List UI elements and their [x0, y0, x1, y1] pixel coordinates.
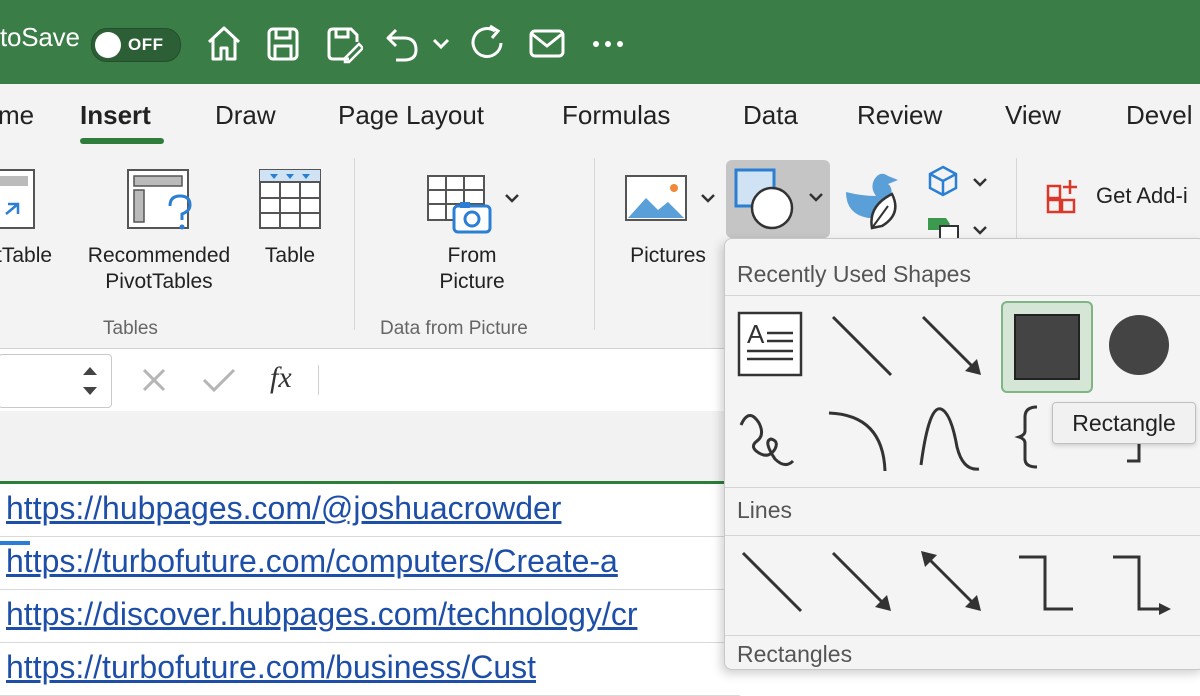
line-arrow-shape[interactable]: [915, 309, 987, 381]
shapes-dropdown-panel: Recently Used Shapes A Lines Rectangles: [724, 238, 1200, 670]
rectangle-tooltip: Rectangle: [1052, 402, 1196, 444]
pictures-icon[interactable]: [624, 174, 688, 224]
tab-insert[interactable]: Insert: [80, 100, 151, 131]
table-icon[interactable]: [258, 168, 322, 230]
arc-shape[interactable]: [825, 401, 897, 473]
shapes-button[interactable]: [726, 160, 830, 238]
lines-title: Lines: [737, 497, 792, 523]
pivottable-icon[interactable]: [0, 168, 38, 230]
tab-page-layout[interactable]: Page Layout: [338, 100, 484, 131]
section-divider: [725, 487, 1200, 488]
pictures-dropdown-chevron-icon[interactable]: [700, 190, 716, 206]
tab-view[interactable]: View: [1005, 100, 1061, 131]
recommended-label-1: Recommended: [87, 244, 231, 267]
from-picture-dropdown-chevron-icon[interactable]: [504, 190, 520, 206]
cell-link[interactable]: https://turbofuture.com/business/Cust: [6, 649, 536, 686]
section-divider: [725, 535, 1200, 536]
autosave-toggle[interactable]: OFF: [91, 28, 181, 62]
active-tab-indicator: [80, 138, 164, 144]
ribbon-tabs: me Insert Draw Page Layout Formulas Data…: [0, 84, 1200, 150]
pivottable-label: tTable: [0, 244, 53, 267]
recently-used-shapes-title: Recently Used Shapes: [737, 261, 971, 287]
oval-shape[interactable]: [1103, 309, 1175, 381]
table-label: Table: [264, 244, 316, 267]
line-arrow-shape[interactable]: [825, 545, 897, 617]
toggle-state: OFF: [128, 35, 164, 54]
get-add-ins-label[interactable]: Get Add-i: [1096, 183, 1188, 209]
scribble-shape[interactable]: [735, 401, 807, 473]
line-shape[interactable]: [825, 309, 897, 381]
tab-data[interactable]: Data: [743, 100, 798, 131]
line-shape[interactable]: [735, 545, 807, 617]
elbow-arrow-connector-shape[interactable]: [1105, 545, 1177, 617]
more-options-icon[interactable]: [588, 22, 628, 64]
autosave-label: toSave: [0, 22, 80, 52]
insert-function-button[interactable]: fx: [270, 361, 292, 395]
cancel-entry-icon[interactable]: [141, 367, 167, 393]
group-separator: [354, 158, 355, 330]
title-bar: toSave OFF: [0, 0, 1200, 84]
curve-shape[interactable]: [915, 401, 987, 473]
save-icon[interactable]: [263, 22, 303, 64]
redo-icon[interactable]: [468, 22, 508, 64]
undo-icon[interactable]: [382, 22, 422, 64]
3d-models-dropdown-chevron-icon[interactable]: [972, 174, 988, 190]
recommended-pivottables-icon[interactable]: [126, 168, 196, 232]
tab-developer[interactable]: Devel: [1126, 100, 1192, 131]
rectangle-shape[interactable]: [1001, 301, 1093, 393]
recommended-label-2: PivotTables: [105, 270, 213, 293]
group-separator: [594, 158, 595, 330]
tab-review[interactable]: Review: [857, 100, 942, 131]
cell-link[interactable]: https://discover.hubpages.com/technology…: [6, 596, 637, 633]
get-add-ins-icon[interactable]: [1046, 178, 1082, 214]
text-box-shape[interactable]: A: [735, 309, 805, 379]
elbow-connector-shape[interactable]: [1011, 545, 1083, 617]
confirm-entry-icon[interactable]: [202, 367, 236, 393]
from-picture-icon[interactable]: [426, 174, 492, 236]
smartart-dropdown-chevron-icon[interactable]: [972, 222, 988, 238]
pictures-label: Pictures: [630, 244, 706, 267]
tab-draw[interactable]: Draw: [215, 100, 276, 131]
line-double-arrow-shape[interactable]: [915, 545, 987, 617]
table-row[interactable]: https://turbofuture.com/computers/Create…: [0, 537, 740, 590]
table-row[interactable]: https://turbofuture.com/business/Cust: [0, 643, 740, 696]
table-row[interactable]: https://hubpages.com/@joshuacrowder: [0, 484, 740, 537]
svg-text:A: A: [747, 319, 765, 349]
smartart-icon[interactable]: [926, 214, 960, 241]
undo-dropdown-chevron-icon[interactable]: [430, 22, 452, 64]
tab-formulas[interactable]: Formulas: [562, 100, 670, 131]
section-divider: [725, 295, 1200, 296]
formula-separator: [318, 365, 319, 395]
toggle-knob: [95, 32, 121, 58]
section-divider: [725, 635, 1200, 636]
icons-icon[interactable]: [842, 166, 908, 234]
from-picture-label-2: Picture: [439, 270, 505, 293]
group-data-from-picture-label: Data from Picture: [380, 318, 528, 339]
tab-home[interactable]: me: [0, 100, 34, 131]
3d-models-icon[interactable]: [926, 164, 960, 198]
group-tables-label: Tables: [103, 318, 158, 339]
table-row[interactable]: https://discover.hubpages.com/technology…: [0, 590, 740, 643]
mail-icon[interactable]: [527, 22, 567, 64]
cell-link[interactable]: https://turbofuture.com/computers/Create…: [6, 543, 618, 580]
save-as-icon[interactable]: [323, 22, 365, 64]
from-picture-label-1: From: [447, 244, 497, 267]
home-icon[interactable]: [204, 22, 244, 64]
rectangles-title: Rectangles: [737, 641, 853, 667]
cell-link[interactable]: https://hubpages.com/@joshuacrowder: [6, 490, 561, 527]
name-box[interactable]: [0, 354, 112, 408]
